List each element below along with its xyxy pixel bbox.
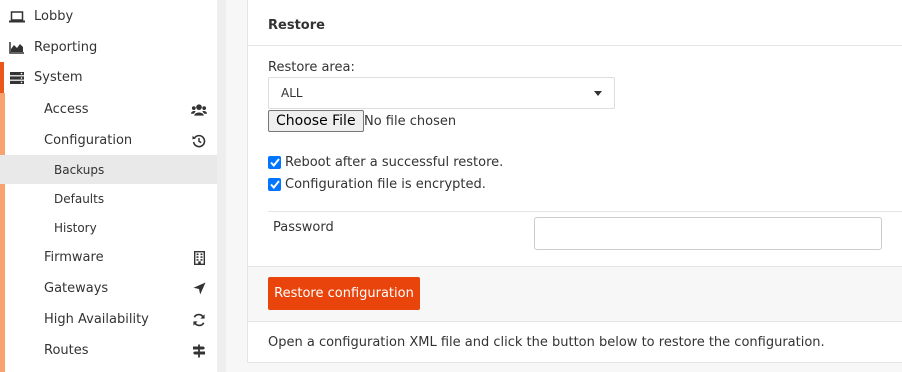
- signpost-icon: [191, 343, 207, 359]
- laptop-icon: [8, 10, 26, 24]
- sidebar-item-reporting[interactable]: Reporting: [0, 32, 217, 63]
- sidebar-item-defaults[interactable]: Defaults: [0, 184, 217, 213]
- panel-title: Restore: [268, 18, 325, 33]
- password-label: Password: [273, 220, 334, 235]
- checkmark-icon: [269, 180, 280, 189]
- sidebar-item-label: System: [34, 70, 83, 85]
- building-icon: [191, 250, 207, 266]
- area-chart-icon: [8, 41, 26, 55]
- caret-down-icon: [594, 90, 602, 96]
- encrypted-option: Configuration file is encrypted.: [268, 177, 486, 192]
- panel-header: Restore: [248, 0, 902, 46]
- refresh-icon: [191, 312, 207, 328]
- file-status: No file chosen: [364, 114, 457, 129]
- sidebar-item-system[interactable]: System: [0, 62, 217, 93]
- choose-file-button[interactable]: Choose File: [268, 110, 364, 132]
- sidebar-item-high-availability[interactable]: High Availability: [0, 304, 217, 335]
- location-arrow-icon: [191, 281, 207, 297]
- sidebar-item-label: Reporting: [34, 40, 98, 55]
- reboot-option: Reboot after a successful restore.: [268, 155, 503, 170]
- sidebar-item-label: High Availability: [44, 312, 149, 327]
- reboot-checkbox[interactable]: [268, 156, 281, 169]
- sidebar-item-label: Configuration: [44, 133, 133, 148]
- divider: [268, 211, 902, 212]
- restore-area-label: Restore area:: [268, 60, 355, 75]
- sidebar: Lobby Reporting System Access Configurat…: [0, 0, 217, 372]
- reboot-label: Reboot after a successful restore.: [285, 155, 504, 170]
- help-text: Open a configuration XML file and click …: [268, 335, 825, 350]
- sidebar-item-label: Backups: [54, 162, 105, 177]
- encrypted-checkbox[interactable]: [268, 178, 281, 191]
- server-icon: [8, 71, 26, 85]
- sidebar-item-label: History: [54, 220, 97, 235]
- restore-area-select[interactable]: ALL: [268, 77, 615, 109]
- sidebar-item-label: Routes: [44, 343, 89, 358]
- sidebar-item-access[interactable]: Access: [0, 94, 217, 125]
- sidebar-item-label: Defaults: [54, 191, 105, 206]
- sidebar-item-lobby[interactable]: Lobby: [0, 1, 217, 32]
- encrypted-label: Configuration file is encrypted.: [285, 177, 486, 192]
- sidebar-item-configuration[interactable]: Configuration: [0, 125, 217, 156]
- password-field[interactable]: [534, 217, 882, 250]
- sidebar-scrollbar[interactable]: [217, 0, 226, 372]
- sidebar-item-label: Access: [44, 102, 89, 117]
- history-icon: [191, 133, 207, 149]
- sidebar-item-label: Gateways: [44, 281, 109, 296]
- restore-configuration-button[interactable]: Restore configuration: [268, 277, 420, 310]
- users-icon: [191, 102, 207, 118]
- sidebar-item-label: Firmware: [44, 250, 104, 265]
- sidebar-item-routes[interactable]: Routes: [0, 335, 217, 366]
- checkmark-icon: [269, 158, 280, 167]
- sidebar-item-history[interactable]: History: [0, 213, 217, 242]
- sidebar-item-gateways[interactable]: Gateways: [0, 273, 217, 304]
- sidebar-item-label: Lobby: [34, 9, 74, 24]
- restore-area-value: ALL: [281, 86, 303, 100]
- sidebar-item-backups[interactable]: Backups: [0, 155, 217, 184]
- sidebar-item-firmware[interactable]: Firmware: [0, 242, 217, 273]
- restore-panel: Restore Restore area: ALL Choose File No…: [247, 0, 902, 363]
